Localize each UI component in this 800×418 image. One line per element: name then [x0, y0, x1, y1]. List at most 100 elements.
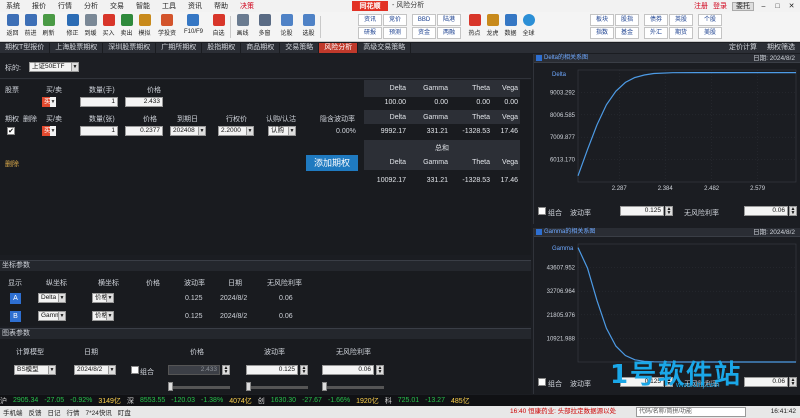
minimize-icon[interactable]: – [759, 3, 768, 10]
sell-button[interactable]: 卖出 [118, 14, 135, 40]
diary-link[interactable]: 日记 [45, 407, 64, 417]
coord-row-a-toggle[interactable]: A [10, 293, 21, 304]
gamma-rate-stepper[interactable]: ▲ ▼ [789, 377, 797, 387]
cp-price-input[interactable]: 2.433 [168, 365, 220, 375]
quick-margin[interactable]: 两融 [437, 27, 461, 39]
cp-rate-slider-thumb[interactable] [322, 382, 327, 391]
option-expiry-select[interactable]: 202408 ▼ [170, 126, 206, 136]
menu-news[interactable]: 资讯 [182, 1, 208, 11]
market-sector[interactable]: 板块 [590, 14, 614, 26]
menu-quote[interactable]: 报价 [26, 1, 52, 11]
delete-link[interactable]: 删除 [5, 159, 19, 169]
mobile-link[interactable]: 手机端 [0, 407, 26, 417]
menu-system[interactable]: 系统 [0, 1, 26, 11]
tab-gfex-options[interactable]: 广期所期权 [156, 43, 203, 53]
market-uk[interactable]: 英股 [669, 14, 693, 26]
delta-vol-input[interactable]: 0.125 [620, 206, 664, 216]
option-strike-select[interactable]: 2.2000 ▼ [218, 126, 254, 136]
tab-sh-options[interactable]: 上海股票期权 [50, 43, 104, 53]
quick-hk-connect[interactable]: 陆港 [437, 14, 461, 26]
cp-price-slider[interactable] [168, 386, 230, 389]
maximize-icon[interactable]: □ [773, 3, 782, 10]
option-checkbox[interactable]: ✔ [7, 127, 15, 135]
cp-date-select[interactable]: 2024/8/2 ▼ [74, 365, 116, 375]
menu-analysis[interactable]: 分析 [78, 1, 104, 11]
simulate-button[interactable]: 模拟 [136, 14, 153, 40]
flash-news-link[interactable]: 7*24快讯 [83, 407, 115, 417]
menu-trade[interactable]: 交易 [104, 1, 130, 11]
coord-row-a-y-select[interactable]: Delta ▼ [38, 293, 66, 303]
tab-index-options[interactable]: 股指期权 [202, 43, 242, 53]
cp-vol-input[interactable]: 0.125 [246, 365, 298, 375]
coord-row-a-x-select[interactable]: 价格 ▼ [92, 293, 114, 303]
tab-commodity-options[interactable]: 商品期权 [241, 43, 281, 53]
market-fund[interactable]: 外汇 [644, 27, 668, 39]
forward-button[interactable]: 前进 [22, 14, 39, 40]
tab-sz-options[interactable]: 深圳股票期权 [103, 43, 157, 53]
watchlist-button[interactable]: 自选 [210, 14, 227, 40]
dragon-tiger-button[interactable]: 龙虎 [484, 14, 501, 40]
feedback-link[interactable]: 反馈 [26, 407, 45, 417]
option-price-input[interactable]: 0.2377 [125, 126, 163, 136]
tab-strategy[interactable]: 交易策略 [280, 43, 320, 53]
delta-combo-checkbox[interactable] [538, 207, 546, 215]
quick-capital[interactable]: 资金 [412, 27, 436, 39]
quick-bbd[interactable]: BBD [412, 14, 436, 26]
market-futures[interactable]: 个股 [698, 14, 722, 26]
hotspot-button[interactable]: 热点 [466, 14, 483, 40]
market-forex[interactable]: 期货 [669, 27, 693, 39]
coord-row-b-x-select[interactable]: 价格 ▼ [92, 311, 114, 321]
market-index-futures[interactable]: 股指 [615, 14, 639, 26]
tab-t-quote[interactable]: 期权T型报价 [0, 43, 51, 53]
user-dropdown[interactable]: 委托 [732, 1, 754, 11]
watch-link[interactable]: 盯盘 [115, 407, 134, 417]
menu-help[interactable]: 帮助 [208, 1, 234, 11]
cp-vol-slider-thumb[interactable] [246, 382, 251, 391]
search-input[interactable]: 代码/名称/简拼/功能 [636, 407, 746, 417]
buy-button[interactable]: 买入 [100, 14, 117, 40]
delta-rate-input[interactable]: 0.06 [744, 206, 788, 216]
refresh-button[interactable]: 刷新 [40, 14, 57, 40]
stock-qty-input[interactable]: 1 [80, 97, 118, 107]
tab-option-filter[interactable]: 期权筛选 [762, 43, 800, 53]
cp-combo-checkbox[interactable] [131, 366, 139, 374]
option-type-select[interactable]: 认购 ▼ [268, 126, 296, 136]
modify-button[interactable]: 修正 [64, 14, 81, 40]
global-button[interactable]: 全球 [520, 14, 537, 40]
gamma-vol-input[interactable]: 0.125 [620, 377, 664, 387]
tab-advanced-strategy[interactable]: 高级交易策略 [358, 43, 412, 53]
market-us[interactable]: 美股 [698, 27, 722, 39]
cp-vol-stepper[interactable]: ▲ ▼ [300, 365, 308, 375]
quick-research[interactable]: 研报 [358, 27, 382, 39]
coord-row-b-y-select[interactable]: Gamma ▼ [38, 311, 66, 321]
login-link[interactable]: 登录 [713, 1, 727, 11]
option-side-select[interactable]: 买 ▼ [42, 126, 56, 136]
gamma-rate-input[interactable]: 0.06 [744, 377, 788, 387]
drawline-button[interactable]: 画线 [234, 14, 251, 40]
cp-rate-slider[interactable] [322, 386, 384, 389]
gamma-combo-checkbox[interactable] [538, 378, 546, 386]
gamma-vol-stepper[interactable]: ▲ ▼ [665, 377, 673, 387]
multiwindow-button[interactable]: 多窗 [256, 14, 273, 40]
register-link[interactable]: 注册 [694, 1, 708, 11]
market-stock[interactable]: 指数 [590, 27, 614, 39]
cp-model-select[interactable]: BS模型 ▼ [14, 365, 56, 375]
cp-rate-stepper[interactable]: ▲ ▼ [376, 365, 384, 375]
option-qty-input[interactable]: 1 [80, 126, 118, 136]
delta-rate-stepper[interactable]: ▲ ▼ [789, 206, 797, 216]
market-index[interactable]: 基金 [615, 27, 639, 39]
cp-vol-slider[interactable] [246, 386, 308, 389]
cp-price-slider-thumb[interactable] [168, 382, 173, 391]
f10-button[interactable]: F10/F9 [184, 14, 203, 40]
learn-invest-button[interactable]: 学投资 [158, 14, 176, 40]
cp-rate-input[interactable]: 0.06 [322, 365, 374, 375]
back-button[interactable]: 返回 [4, 14, 21, 40]
market-bond[interactable]: 债券 [644, 14, 668, 26]
data-button[interactable]: 数据 [502, 14, 519, 40]
close-icon[interactable]: ✕ [787, 2, 796, 10]
stock-forum-button[interactable]: 论股 [278, 14, 295, 40]
tab-risk-analysis[interactable]: 风险分析 [319, 43, 359, 53]
stock-price-input[interactable]: 2.433 [125, 97, 163, 107]
menu-tools[interactable]: 工具 [156, 1, 182, 11]
quick-news[interactable]: 资讯 [358, 14, 382, 26]
